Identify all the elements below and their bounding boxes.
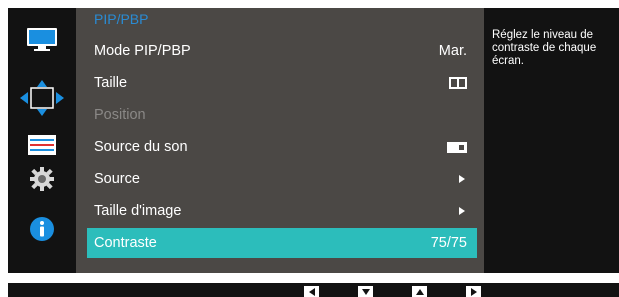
left-arrow-button[interactable] — [304, 286, 319, 297]
submenu-arrow-icon — [459, 175, 465, 183]
right-arrow-icon — [470, 287, 477, 296]
menu-item-label: Position — [94, 107, 146, 123]
menu-item-label: Taille — [94, 75, 128, 91]
menu-item-label: Mode PIP/PBP — [94, 43, 191, 59]
menu-item-source[interactable]: Source — [87, 164, 477, 194]
menu-item-taille-d-image[interactable]: Taille d'image — [87, 196, 477, 226]
down-arrow-icon — [361, 288, 370, 295]
menu-item-contraste[interactable]: Contraste 75/75 — [87, 228, 477, 258]
menu-item-label: Source du son — [94, 139, 188, 155]
right-arrow-button[interactable] — [466, 286, 481, 297]
menu-item-mode-pip-pbp[interactable]: Mode PIP/PBP Mar. — [87, 36, 477, 66]
picture-monitor-icon[interactable] — [8, 23, 75, 57]
up-arrow-icon — [415, 288, 424, 295]
onscreen-display-move-icon[interactable] — [8, 80, 75, 116]
help-text: Réglez le niveau de contraste de chaque … — [492, 29, 597, 67]
menu-item-value: Mar. — [438, 43, 467, 59]
menu-item-label: Contraste — [94, 235, 157, 251]
left-arrow-icon — [308, 287, 315, 296]
osd-window: PIP/PBP Mode PIP/PBP Mar. Taille Positio… — [8, 8, 619, 273]
system-gear-icon[interactable] — [8, 162, 75, 196]
pip-pbp-menu: PIP/PBP Mode PIP/PBP Mar. Taille Positio… — [76, 8, 484, 273]
menu-item-source-du-son[interactable]: Source du son — [87, 132, 477, 162]
up-arrow-button[interactable] — [412, 286, 427, 297]
menu-title: PIP/PBP — [94, 11, 149, 27]
navigation-bar — [8, 283, 619, 297]
category-sidebar — [8, 8, 75, 273]
menu-item-label: Source — [94, 171, 140, 187]
information-icon[interactable] — [8, 212, 75, 246]
down-arrow-button[interactable] — [358, 286, 373, 297]
sound-source-icon — [447, 141, 467, 153]
menu-item-position: Position — [87, 100, 477, 130]
submenu-arrow-icon — [459, 207, 465, 215]
menu-item-value: 75/75 — [430, 235, 467, 251]
menu-item-label: Taille d'image — [94, 203, 182, 219]
setup-sliders-icon[interactable] — [8, 128, 75, 162]
menu-item-taille[interactable]: Taille — [87, 68, 477, 98]
pip-size-icon — [449, 77, 467, 89]
